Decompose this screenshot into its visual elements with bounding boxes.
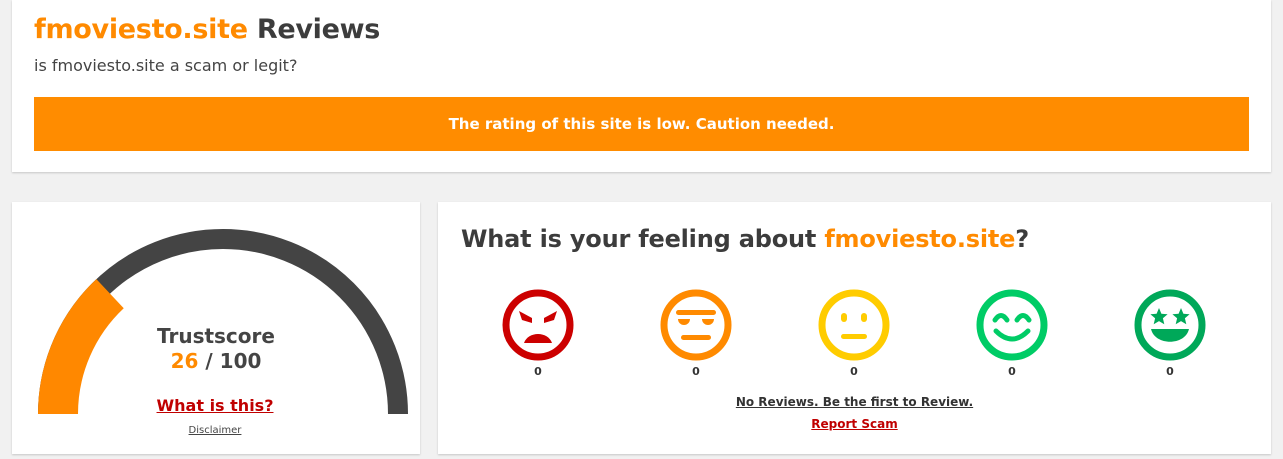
smiling-face-icon: [976, 289, 1048, 361]
feeling-site-name: fmoviesto.site: [824, 225, 1016, 253]
page-title: fmoviesto.site Reviews: [34, 14, 380, 45]
trustscore-max: / 100: [198, 349, 262, 373]
feeling-title-suffix: ?: [1015, 225, 1029, 253]
trustscore-label: Trustscore: [157, 324, 275, 348]
emoji-neutral-button[interactable]: 0: [817, 288, 891, 378]
report-scam-link[interactable]: Report Scam: [438, 417, 1271, 431]
unamused-face-icon: [660, 289, 732, 361]
neutral-face-icon: [818, 289, 890, 361]
feeling-title-prefix: What is your feeling about: [461, 225, 825, 253]
warning-banner: The rating of this site is low. Caution …: [34, 97, 1249, 151]
header-card: fmoviesto.site Reviews is fmoviesto.site…: [12, 0, 1271, 172]
star-eyes-face-icon: [1134, 289, 1206, 361]
site-name: fmoviesto.site: [34, 14, 248, 45]
angry-face-icon: [502, 289, 574, 361]
title-suffix: Reviews: [247, 14, 381, 45]
emoji-unamused-button[interactable]: 0: [659, 288, 733, 378]
page-subtitle: is fmoviesto.site a scam or legit?: [34, 56, 298, 75]
emoji-angry-count: 0: [534, 365, 542, 378]
feeling-title: What is your feeling about fmoviesto.sit…: [461, 225, 1029, 253]
feeling-card: What is your feeling about fmoviesto.sit…: [438, 202, 1271, 454]
no-reviews-link[interactable]: No Reviews. Be the first to Review.: [438, 395, 1271, 409]
emoji-smiling-count: 0: [1008, 365, 1016, 378]
what-is-this-link[interactable]: What is this?: [12, 396, 418, 415]
disclaimer-link[interactable]: Disclaimer: [12, 425, 418, 436]
emoji-unamused-count: 0: [692, 365, 700, 378]
emoji-neutral-count: 0: [850, 365, 858, 378]
emoji-angry-button[interactable]: 0: [501, 288, 575, 378]
emoji-smiling-button[interactable]: 0: [975, 288, 1049, 378]
trustscore-value: 26 / 100: [12, 349, 420, 373]
trustscore-card: Trustscore 26 / 100 What is this? Discla…: [12, 202, 420, 454]
emoji-star-eyes-button[interactable]: 0: [1133, 288, 1207, 378]
emoji-star-eyes-count: 0: [1166, 365, 1174, 378]
warning-banner-text: The rating of this site is low. Caution …: [448, 115, 835, 133]
trustscore-score: 26: [170, 349, 199, 373]
